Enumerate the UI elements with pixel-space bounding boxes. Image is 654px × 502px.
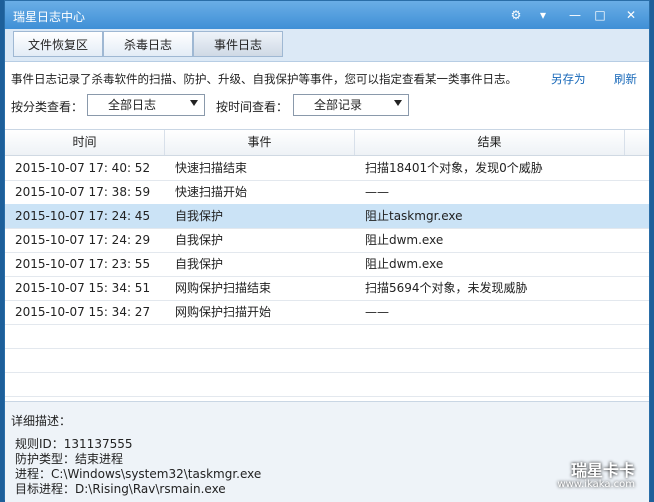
detail-panel: 详细描述： 规则ID：131137555 防护类型：结束进程 进程：C:\Win… (5, 401, 649, 502)
cell-result: 扫描5694个对象，未发现威胁 (365, 281, 528, 295)
cell-result: 扫描18401个对象，发现0个威胁 (365, 161, 543, 175)
category-select-value: 全部日志 (108, 98, 157, 112)
tab-event-log[interactable]: 事件日志 (193, 31, 283, 57)
cell-event: 自我保护 (175, 209, 224, 223)
chevron-down-icon (190, 100, 198, 106)
cell-result: 阻止dwm.exe (365, 257, 444, 271)
maximize-icon[interactable]: □ (590, 6, 610, 24)
table-row[interactable]: 2015-10-07 15: 34: 51 网购保护扫描结束 扫描5694个对象… (5, 276, 649, 301)
watermark-url: www.ikaka.com (557, 479, 635, 490)
time-filter-label: 按时间查看： (216, 100, 289, 114)
minimize-icon[interactable]: — (565, 6, 585, 24)
cell-event: 自我保护 (175, 257, 224, 271)
table-row[interactable]: 2015-10-07 17: 24: 29 自我保护 阻止dwm.exe (5, 228, 649, 253)
table-row-empty (5, 348, 649, 373)
cell-time: 2015-10-07 17: 40: 52 (15, 161, 151, 175)
cell-result: 阻止taskmgr.exe (365, 209, 463, 223)
cell-result: —— (365, 305, 389, 319)
cell-event: 网购保护扫描结束 (175, 281, 272, 295)
column-header-result[interactable]: 结果 (355, 130, 625, 155)
column-header-event[interactable]: 事件 (165, 130, 355, 155)
cell-event: 快速扫描结束 (175, 161, 248, 175)
table-row[interactable]: 2015-10-07 15: 34: 27 网购保护扫描开始 —— (5, 300, 649, 325)
cell-result: —— (365, 185, 389, 199)
table-row[interactable]: 2015-10-07 17: 38: 59 快速扫描开始 —— (5, 180, 649, 205)
watermark-brand: 瑞星卡卡 (570, 461, 635, 480)
time-select-value: 全部记录 (314, 98, 363, 112)
time-select[interactable]: 全部记录 (293, 94, 409, 116)
cell-time: 2015-10-07 17: 24: 29 (15, 233, 151, 247)
refresh-link[interactable]: 刷新 (614, 71, 637, 87)
chevron-down-icon (394, 100, 402, 106)
cell-time: 2015-10-07 17: 38: 59 (15, 185, 151, 199)
category-select[interactable]: 全部日志 (87, 94, 205, 116)
cell-time: 2015-10-07 17: 23: 55 (15, 257, 151, 271)
table-row[interactable]: 2015-10-07 17: 23: 55 自我保护 阻止dwm.exe (5, 252, 649, 277)
close-icon[interactable]: ✕ (621, 6, 641, 24)
menu-icon[interactable]: ▾ (533, 6, 553, 24)
table-header: 时间 事件 结果 (5, 130, 649, 156)
column-header-time[interactable]: 时间 (5, 130, 165, 155)
tab-virus-log[interactable]: 杀毒日志 (103, 31, 193, 57)
category-filter-label: 按分类查看： (11, 100, 84, 114)
tab-file-recovery[interactable]: 文件恢复区 (13, 31, 103, 57)
cell-time: 2015-10-07 17: 24: 45 (15, 209, 151, 223)
cell-result: 阻止dwm.exe (365, 233, 444, 247)
tab-bar: 文件恢复区 杀毒日志 事件日志 (5, 29, 649, 62)
cell-time: 2015-10-07 15: 34: 51 (15, 281, 151, 295)
save-as-link[interactable]: 另存为 (551, 71, 586, 87)
detail-heading: 详细描述： (11, 414, 72, 428)
gear-icon[interactable]: ⚙ (506, 6, 526, 24)
cell-event: 自我保护 (175, 233, 224, 247)
table-row-selected[interactable]: 2015-10-07 17: 24: 45 自我保护 阻止taskmgr.exe (5, 204, 649, 229)
detail-target-process: 目标进程：D:\Rising\Rav\rsmain.exe (15, 482, 226, 496)
table-row[interactable]: 2015-10-07 17: 40: 52 快速扫描结束 扫描18401个对象，… (5, 156, 649, 181)
title-bar: 瑞星日志中心 ⚙ ▾ — □ ✕ (5, 1, 649, 29)
table-row-empty (5, 324, 649, 349)
event-table: 时间 事件 结果 2015-10-07 17: 40: 52 快速扫描结束 扫描… (5, 129, 649, 402)
window-title: 瑞星日志中心 (13, 10, 86, 24)
table-row-empty (5, 372, 649, 397)
cell-event: 快速扫描开始 (175, 185, 248, 199)
description-text: 事件日志记录了杀毒软件的扫描、防护、升级、自我保护等事件，您可以指定查看某一类事… (11, 72, 517, 86)
cell-event: 网购保护扫描开始 (175, 305, 272, 319)
log-center-window: 瑞星日志中心 ⚙ ▾ — □ ✕ 文件恢复区 杀毒日志 事件日志 事件日志记录了… (4, 0, 650, 502)
cell-time: 2015-10-07 15: 34: 27 (15, 305, 151, 319)
